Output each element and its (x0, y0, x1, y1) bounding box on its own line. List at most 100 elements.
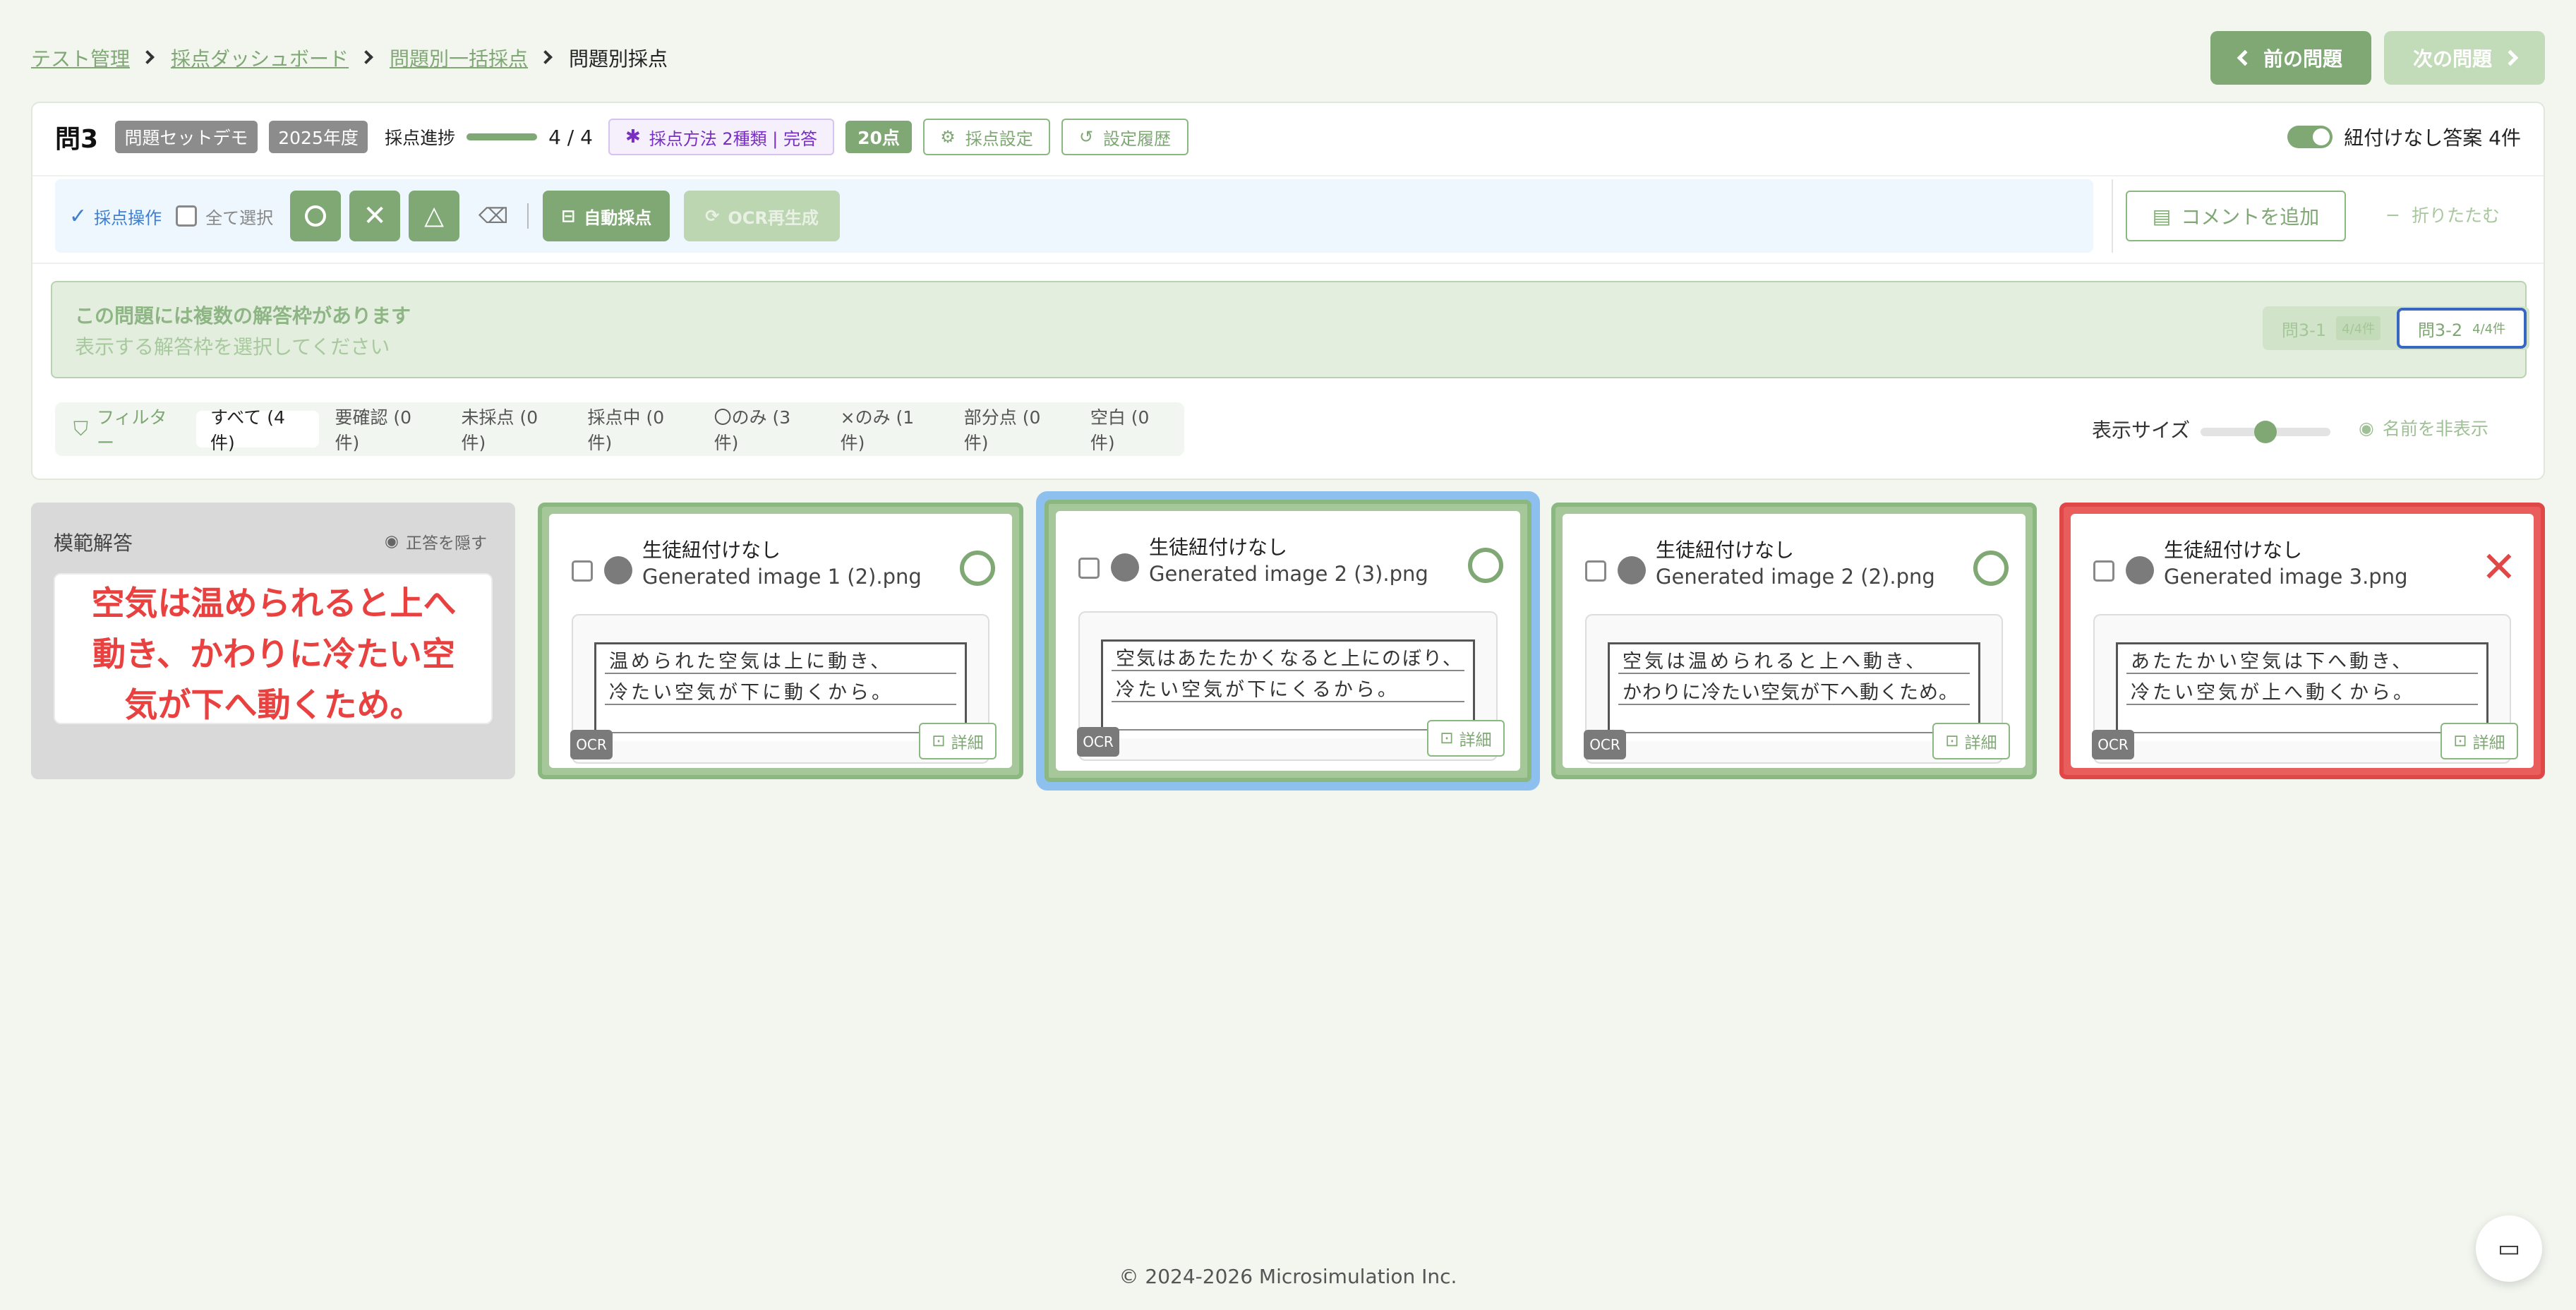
eraser-icon[interactable]: ⌫ (474, 196, 513, 236)
size-slider-knob[interactable] (2254, 421, 2277, 443)
divider (2112, 179, 2113, 253)
ocr-regen-button[interactable]: ⟳ OCR再生成 (684, 191, 840, 241)
unlinked-icon (604, 556, 632, 584)
hide-answer-button[interactable]: ◉ 正答を隠す (385, 529, 487, 553)
card-checkbox[interactable] (1078, 558, 1100, 579)
gear-icon: ⚙ (940, 127, 956, 147)
wrong-cross-icon[interactable]: ✕ (2481, 546, 2517, 589)
filter-blank[interactable]: 空白 (0件) (1076, 407, 1184, 453)
answer-card-selected[interactable]: 生徒紐付けなし Generated image 2 (3).png 空気はあたた… (1036, 491, 1540, 791)
auto-grade-button[interactable]: ⊟ 自動採点 (543, 191, 670, 241)
filter-wrong-only[interactable]: ×のみ (1件) (826, 407, 949, 453)
size-slider[interactable] (2201, 421, 2330, 443)
detail-button[interactable]: ⊡ 詳細 (919, 723, 997, 759)
ruled-line (1112, 729, 1464, 731)
filter-needs-review[interactable]: 要確認 (0件) (320, 407, 445, 453)
correct-circle-icon[interactable] (1973, 551, 2009, 586)
detail-label: 詳細 (2472, 734, 2505, 752)
collapse-label: 折りたたむ (2411, 205, 2500, 226)
filter-ungraded[interactable]: 未採点 (0件) (447, 407, 572, 453)
handwritten-line: 空気はあたたかくなると上にのぼり、 (1116, 648, 1463, 670)
ruled-line (1112, 670, 1464, 671)
ruled-line (605, 732, 956, 733)
notice-subtitle: 表示する解答枠を選択してください (75, 335, 390, 359)
model-answer-text: 空気は温められると上へ動き、かわりに冷たい空気が下へ動くため。 (91, 584, 457, 725)
breadcrumb-link-bulk-grading[interactable]: 問題別一括採点 (390, 44, 528, 72)
grading-ops-label: 採点操作 (94, 208, 162, 228)
tab-answer-3-1[interactable]: 問3-1 4/4件 (2268, 311, 2394, 346)
robot-icon: ⊟ (561, 206, 576, 226)
model-answer-box: 空気は温められると上へ動き、かわりに冷たい空気が下へ動くため。 (54, 573, 493, 725)
detail-button[interactable]: ⊡ 詳細 (2440, 723, 2518, 759)
answer-sheet: あたたかい空気は下へ動き、 冷たい空気が上へ動くから。 (2116, 642, 2488, 741)
breadcrumb-link-dashboard[interactable]: 採点ダッシュボード (171, 44, 349, 72)
filter-all[interactable]: すべて (4件) (196, 407, 320, 453)
answer-card[interactable]: 生徒紐付けなし Generated image 2 (2).png 空気は温めら… (1551, 503, 2037, 779)
comment-icon: ▤ (2152, 204, 2172, 228)
answer-sheet: 空気はあたたかくなると上にのぼり、 冷たい空気が下にくるから。 (1101, 639, 1475, 738)
ruled-line (1618, 704, 1970, 705)
filter-correct-only[interactable]: 〇のみ (3件) (700, 407, 825, 453)
hide-names-button[interactable]: ◉ 名前を非表示 (2359, 415, 2488, 440)
expand-icon: ⊡ (1440, 729, 1454, 747)
answer-card[interactable]: 生徒紐付けなし Generated image 1 (2).png 温められた空… (538, 503, 1023, 779)
ocr-badge: OCR (2092, 730, 2134, 759)
progress-count: 4 / 4 (548, 125, 593, 149)
unlinked-icon (1111, 553, 1139, 582)
prev-question-button[interactable]: 前の問題 (2210, 31, 2371, 85)
tab-count: 4/4件 (2472, 322, 2506, 337)
grading-method-badge[interactable]: ✱ 採点方法 2種類 | 完答 (608, 119, 834, 155)
collapse-button[interactable]: − 折りたたむ (2385, 202, 2500, 227)
cross-icon: ✕ (363, 200, 387, 232)
student-name: 生徒紐付けなし (642, 539, 781, 562)
circle-icon (305, 205, 327, 227)
filter-bar: ⛉ フィルター すべて (4件) 要確認 (0件) 未採点 (0件) 採点中 (… (55, 402, 1184, 456)
settings-history-button[interactable]: ↺ 設定履歴 (1061, 119, 1188, 155)
next-question-label: 次の問題 (2412, 47, 2492, 71)
add-comment-label: コメントを追加 (2181, 205, 2320, 229)
chat-support-button[interactable]: ▭ (2476, 1215, 2542, 1282)
filter-in-progress[interactable]: 採点中 (0件) (574, 407, 699, 453)
handwritten-line: 冷たい空気が上へ動くから。 (2131, 682, 2415, 704)
model-answer-panel: 模範解答 ◉ 正答を隠す 空気は温められると上へ動き、かわりに冷たい空気が下へ動… (31, 503, 515, 779)
detail-label: 詳細 (951, 734, 984, 752)
mark-wrong-button[interactable]: ✕ (349, 191, 401, 241)
card-checkbox[interactable] (1585, 560, 1606, 582)
progress-bar (467, 133, 538, 140)
mark-partial-button[interactable]: △ (409, 191, 460, 241)
ocr-badge: OCR (1584, 730, 1626, 759)
file-name: Generated image 2 (3).png (1149, 562, 1428, 586)
grading-toolbar: ✓ 採点操作 全て選択 ✕ △ ⌫ ⊟ 自動採点 ⟳ OCR再生成 (55, 179, 2093, 253)
answer-card-wrong[interactable]: 生徒紐付けなし Generated image 3.png ✕ あたたかい空気は… (2059, 503, 2545, 779)
detail-button[interactable]: ⊡ 詳細 (1427, 720, 1505, 757)
unlinked-icon (2126, 556, 2154, 584)
tab-answer-3-2[interactable]: 問3-2 4/4件 (2397, 308, 2527, 349)
points-badge: 20点 (845, 121, 912, 153)
grading-settings-button[interactable]: ⚙ 採点設定 (923, 119, 1050, 155)
correct-circle-icon[interactable] (1468, 548, 1503, 583)
select-all-checkbox[interactable] (176, 205, 198, 227)
mark-correct-button[interactable] (290, 191, 342, 241)
settings-history-label: 設定履歴 (1103, 128, 1172, 149)
correct-circle-icon[interactable] (960, 551, 995, 586)
card-checkbox[interactable] (2093, 560, 2114, 582)
add-comment-button[interactable]: ▤ コメントを追加 (2126, 191, 2346, 241)
breadcrumb-current: 問題別採点 (569, 47, 668, 71)
next-question-button[interactable]: 次の問題 (2384, 31, 2545, 85)
card-frame: 生徒紐付けなし Generated image 2 (3).png 空気はあたた… (1045, 500, 1531, 782)
grading-method-label: 採点方法 2種類 | 完答 (649, 128, 817, 149)
filter-partial[interactable]: 部分点 (0件) (950, 407, 1075, 453)
detail-button[interactable]: ⊡ 詳細 (1932, 723, 2010, 759)
expand-icon: ⊡ (1945, 732, 1959, 750)
ruled-line (605, 704, 956, 705)
answer-sheet: 空気は温められると上へ動き、 かわりに冷たい空気が下へ動くため。 (1608, 642, 1980, 741)
breadcrumb-link-test-management[interactable]: テスト管理 (31, 44, 130, 72)
breadcrumb: テスト管理 採点ダッシュボード 問題別一括採点 問題別採点 (31, 44, 668, 72)
unlinked-toggle[interactable] (2287, 126, 2333, 148)
question-title: 問3 (55, 125, 99, 154)
file-name: Generated image 1 (2).png (642, 565, 922, 589)
tab-label: 問3-1 (2281, 320, 2327, 340)
handwritten-line: 温められた空気は上に動き、 (609, 651, 893, 673)
toggle-knob (2313, 128, 2330, 145)
card-checkbox[interactable] (572, 560, 593, 582)
